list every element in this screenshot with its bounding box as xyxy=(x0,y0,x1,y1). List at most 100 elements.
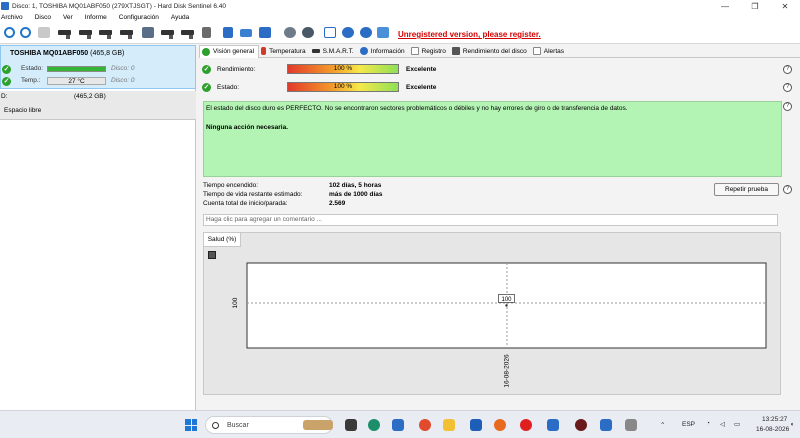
repeat-help-icon[interactable]: ? xyxy=(783,185,792,194)
send-report-button[interactable] xyxy=(257,25,272,40)
overview-panel: ✓ Rendimiento: 100 % Excelente ? ✓ Estad… xyxy=(197,59,800,410)
disk-name: TOSHIBA MQ01ABF050 (465,8 GB) xyxy=(10,50,124,57)
tab-rendimiento-disco[interactable]: Rendimiento del disco xyxy=(450,45,531,58)
disk-index-label-2: Disco: 0 xyxy=(111,77,135,84)
alerts-icon xyxy=(532,47,541,55)
clock-time[interactable]: 13:25:27 xyxy=(762,416,787,423)
screenshot-button[interactable] xyxy=(322,25,337,40)
hard-disk-icon xyxy=(120,30,133,39)
stat-label-power-on: Tiempo encendido: xyxy=(203,182,259,189)
rendimiento-help-icon[interactable]: ? xyxy=(783,65,792,74)
x-tick-label: 16-08-2026 xyxy=(504,354,511,388)
refresh-button[interactable] xyxy=(2,25,17,40)
repeat-test-button[interactable]: Repetir prueba xyxy=(714,183,779,196)
maximize-button[interactable]: ❐ xyxy=(740,0,770,12)
tab-informacion[interactable]: Información xyxy=(358,45,409,58)
email-icon xyxy=(239,28,252,37)
edge-icon[interactable] xyxy=(368,419,380,431)
volume-icon[interactable]: ◁ xyxy=(720,420,725,428)
about-button[interactable] xyxy=(358,25,373,40)
wifi-icon[interactable]: ◔ xyxy=(706,420,710,427)
firefox-icon[interactable] xyxy=(494,419,506,431)
rendimiento-ok-icon: ✓ xyxy=(202,65,211,74)
tab-vision-general[interactable]: Visión general xyxy=(199,44,260,58)
file-explorer-icon[interactable] xyxy=(443,419,455,431)
app-icon-taskbar-1[interactable] xyxy=(392,419,404,431)
settings-button[interactable] xyxy=(282,25,297,40)
tab-alertas[interactable]: Alertas xyxy=(531,45,568,58)
close-button[interactable]: ✕ xyxy=(770,0,800,12)
hard-disk-icon xyxy=(58,30,71,39)
chrome-icon[interactable] xyxy=(419,419,431,431)
data-label: 100 xyxy=(501,297,512,303)
language-indicator[interactable]: ESP xyxy=(682,421,695,428)
window-title: Disco: 1, TOSHIBA MQ01ABF050 (279XTJSGT)… xyxy=(12,2,226,10)
toolbar-button-5[interactable] xyxy=(78,25,93,40)
toolbar-button-9[interactable] xyxy=(160,25,175,40)
tab-label: Información xyxy=(370,47,405,55)
start-button[interactable] xyxy=(185,419,197,431)
tools-icon xyxy=(301,27,314,38)
toolbar-button-11[interactable] xyxy=(199,25,214,40)
toolbar-button-7[interactable] xyxy=(119,25,134,40)
rendimiento-rating: Excelente xyxy=(406,66,437,73)
menu-archivo[interactable]: Archivo xyxy=(1,14,23,21)
check-icon xyxy=(202,47,210,56)
toolbar-button-6[interactable] xyxy=(98,25,113,40)
menu-ver[interactable]: Ver xyxy=(63,14,73,21)
app-icon-taskbar-3[interactable] xyxy=(547,419,559,431)
toolbar-button-8[interactable] xyxy=(140,25,155,40)
hard-disk-icon xyxy=(79,30,92,39)
app-icon-taskbar-4[interactable] xyxy=(575,419,587,431)
app-icon-taskbar-5[interactable] xyxy=(625,419,637,431)
estado-label: Estado: xyxy=(21,65,44,72)
widget-icon[interactable] xyxy=(303,420,333,430)
notification-icon[interactable]: ◖ xyxy=(790,421,794,428)
toolbar-button-10[interactable] xyxy=(180,25,195,40)
health-chart-panel: Salud (%) 100 100 16-08-2026 xyxy=(203,232,781,395)
disk-index-label: Disco: 0 xyxy=(111,65,135,72)
report-icon xyxy=(222,27,233,38)
unregistered-link[interactable]: Unregistered version, please register. xyxy=(398,30,541,39)
tab-label: Rendimiento del disco xyxy=(462,47,527,55)
hard-disk-sentinel-taskbar-icon[interactable] xyxy=(600,419,612,431)
tab-registro[interactable]: Registro xyxy=(409,45,450,58)
app-icon-taskbar-2[interactable] xyxy=(470,419,482,431)
menu-disco[interactable]: Disco xyxy=(35,14,51,21)
toolbar-button-3[interactable] xyxy=(36,25,51,40)
temp-label: Temp.: xyxy=(21,77,41,84)
tab-temperatura[interactable]: Temperatura xyxy=(259,45,310,58)
refresh-all-button[interactable] xyxy=(18,25,33,40)
clock-date[interactable]: 16-08-2026 xyxy=(756,426,789,433)
help-button[interactable] xyxy=(340,25,355,40)
tools-button[interactable] xyxy=(300,25,315,40)
temp-ok-icon: ✓ xyxy=(2,77,11,86)
comment-field[interactable]: Haga clic para agregar un comentario ... xyxy=(203,214,778,226)
partition-row[interactable]: D: (465,2 GB) xyxy=(0,91,196,103)
estado-ok-icon: ✓ xyxy=(202,83,211,92)
minimize-button[interactable]: — xyxy=(710,0,740,12)
task-view-icon[interactable] xyxy=(345,419,357,431)
battery-icon[interactable]: ▭ xyxy=(734,420,740,428)
disk-item[interactable]: TOSHIBA MQ01ABF050 (465,8 GB) ✓ Estado: … xyxy=(0,45,196,89)
menu-ayuda[interactable]: Ayuda xyxy=(171,14,189,21)
tab-label: Visión general xyxy=(213,48,255,55)
email-button[interactable] xyxy=(238,25,253,40)
search-icon xyxy=(212,421,219,429)
drive-icon xyxy=(202,27,211,38)
stat-label-lifetime: Tiempo de vida restante estimado: xyxy=(203,191,303,198)
drive-test-icon xyxy=(141,27,154,38)
report-button[interactable] xyxy=(220,25,235,40)
estado-help-icon[interactable]: ? xyxy=(783,83,792,92)
health-bar xyxy=(47,66,106,72)
disk-model: TOSHIBA MQ01ABF050 xyxy=(10,50,89,57)
menu-informe[interactable]: Informe xyxy=(85,14,107,21)
opera-icon[interactable] xyxy=(520,419,532,431)
tab-smart[interactable]: S.M.A.R.T. xyxy=(310,45,358,58)
tab-strip: Visión general Temperatura S.M.A.R.T. In… xyxy=(199,44,800,58)
toolbar-button-4[interactable] xyxy=(57,25,72,40)
tray-chevron-icon[interactable]: ⌃ xyxy=(660,421,665,429)
register-button[interactable] xyxy=(375,25,390,40)
menu-configuracion[interactable]: Configuración xyxy=(119,14,159,21)
message-help-icon[interactable]: ? xyxy=(783,102,792,111)
